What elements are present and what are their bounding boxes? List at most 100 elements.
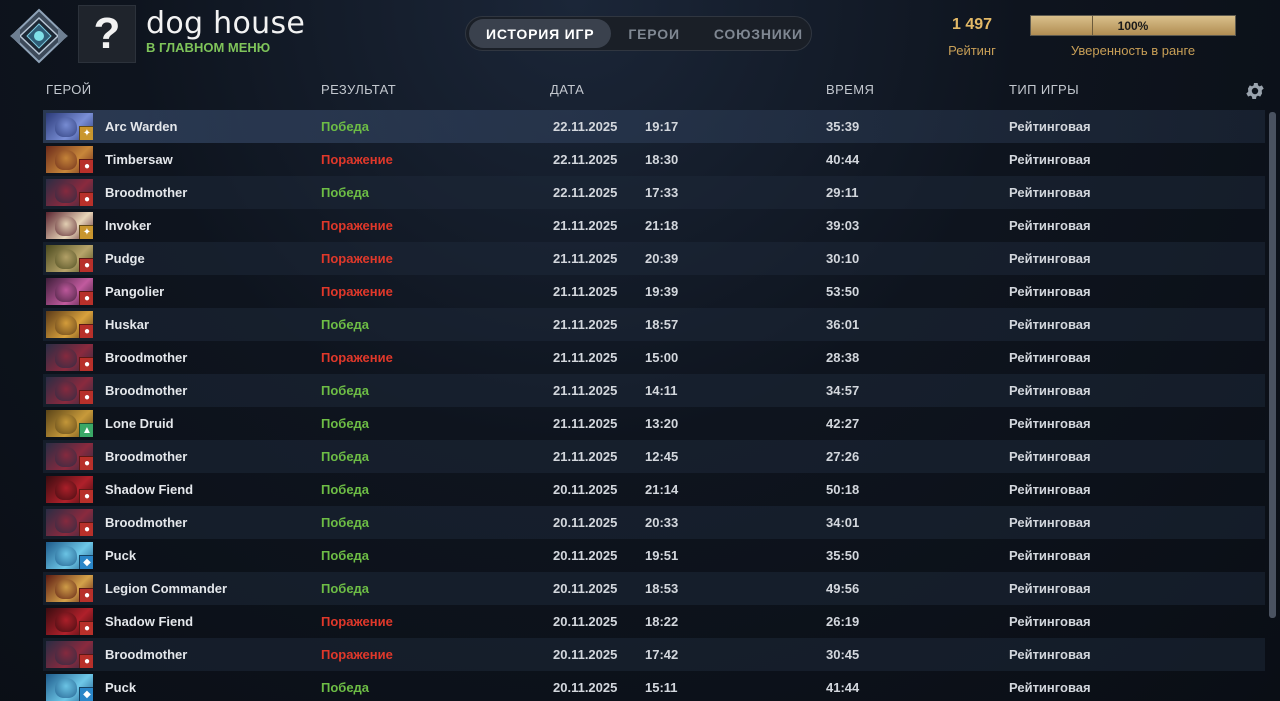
match-time: 18:57 (645, 317, 679, 332)
hero-name: Legion Commander (105, 581, 228, 596)
match-duration: 35:39 (826, 119, 860, 134)
tab-allies[interactable]: СОЮЗНИКИ (697, 19, 820, 48)
match-duration: 50:18 (826, 482, 860, 497)
match-date: 21.11.2025 (553, 284, 618, 299)
table-row[interactable]: ● Legion Commander Победа 20.11.2025 18:… (43, 572, 1265, 605)
match-result: Поражение (321, 284, 393, 299)
match-result: Поражение (321, 614, 393, 629)
table-row[interactable]: ● Pudge Поражение 21.11.2025 20:39 30:10… (43, 242, 1265, 275)
scrollbar[interactable] (1269, 112, 1276, 618)
hero-portrait: ✦ (46, 212, 93, 239)
match-date: 20.11.2025 (553, 647, 618, 662)
table-row[interactable]: ● Broodmother Поражение 20.11.2025 17:42… (43, 638, 1265, 671)
hero-portrait: ● (46, 443, 93, 470)
match-duration: 39:03 (826, 218, 860, 233)
match-result: Победа (321, 119, 370, 134)
match-game-type: Рейтинговая (1009, 251, 1091, 266)
table-row[interactable]: ● Timbersaw Поражение 22.11.2025 18:30 4… (43, 143, 1265, 176)
match-result: Победа (321, 416, 370, 431)
view-tabs: ИСТОРИЯ ИГР ГЕРОИ СОЮЗНИКИ (465, 16, 812, 51)
hero-face (55, 216, 77, 236)
table-row[interactable]: ◆ Puck Победа 20.11.2025 15:11 41:44 Рей… (43, 671, 1265, 701)
match-duration: 35:50 (826, 548, 860, 563)
match-date: 20.11.2025 (553, 482, 618, 497)
match-time: 20:33 (645, 515, 679, 530)
hero-name: Pudge (105, 251, 145, 266)
avatar[interactable]: ? (78, 5, 136, 63)
hero-name: Broodmother (105, 383, 188, 398)
table-row[interactable]: ● Broodmother Победа 20.11.2025 20:33 34… (43, 506, 1265, 539)
hero-attribute-icon: ● (79, 291, 93, 305)
column-header-result[interactable]: РЕЗУЛЬТАТ (321, 82, 396, 97)
hero-name: Huskar (105, 317, 150, 332)
column-header-hero[interactable]: ГЕРОЙ (46, 82, 92, 97)
column-header-date[interactable]: ДАТА (550, 82, 584, 97)
match-time: 21:14 (645, 482, 679, 497)
hero-face (55, 546, 77, 566)
hero-attribute-icon: ● (79, 258, 93, 272)
hero-portrait: ● (46, 641, 93, 668)
hero-face (55, 348, 77, 368)
hero-portrait: ● (46, 608, 93, 635)
column-header-duration[interactable]: ВРЕМЯ (826, 82, 874, 97)
match-date: 20.11.2025 (553, 680, 618, 695)
hero-attribute-icon: ● (79, 192, 93, 206)
match-date: 20.11.2025 (553, 581, 618, 596)
match-result: Поражение (321, 152, 393, 167)
match-game-type: Рейтинговая (1009, 647, 1091, 662)
hero-attribute-icon: ◆ (79, 687, 93, 701)
match-time: 12:45 (645, 449, 679, 464)
hero-attribute-icon: ● (79, 522, 93, 536)
hero-attribute-icon: ✦ (79, 126, 93, 140)
table-row[interactable]: ● Shadow Fiend Победа 20.11.2025 21:14 5… (43, 473, 1265, 506)
match-game-type: Рейтинговая (1009, 515, 1091, 530)
hero-face (55, 579, 77, 599)
table-row[interactable]: ● Broodmother Победа 22.11.2025 17:33 29… (43, 176, 1265, 209)
match-duration: 27:26 (826, 449, 860, 464)
hero-portrait: ◆ (46, 674, 93, 701)
table-row[interactable]: ● Huskar Победа 21.11.2025 18:57 36:01 Р… (43, 308, 1265, 341)
table-row[interactable]: ◆ Puck Победа 20.11.2025 19:51 35:50 Рей… (43, 539, 1265, 572)
table-row[interactable]: ● Pangolier Поражение 21.11.2025 19:39 5… (43, 275, 1265, 308)
match-game-type: Рейтинговая (1009, 614, 1091, 629)
match-duration: 30:10 (826, 251, 860, 266)
tab-heroes[interactable]: ГЕРОИ (611, 19, 696, 48)
hero-attribute-icon: ● (79, 588, 93, 602)
hero-attribute-icon: ● (79, 159, 93, 173)
hero-face (55, 678, 77, 698)
rank-confidence-value: 100% (1117, 18, 1149, 33)
hero-name: Puck (105, 548, 137, 563)
table-row[interactable]: ✦ Arc Warden Победа 22.11.2025 19:17 35:… (43, 110, 1265, 143)
match-date: 21.11.2025 (553, 218, 618, 233)
table-row[interactable]: ● Broodmother Поражение 21.11.2025 15:00… (43, 341, 1265, 374)
hero-attribute-icon: ● (79, 489, 93, 503)
table-row[interactable]: ✦ Invoker Поражение 21.11.2025 21:18 39:… (43, 209, 1265, 242)
hero-portrait: ● (46, 377, 93, 404)
tab-match-history[interactable]: ИСТОРИЯ ИГР (469, 19, 612, 48)
match-date: 21.11.2025 (553, 251, 618, 266)
table-row[interactable]: ▲ Lone Druid Победа 21.11.2025 13:20 42:… (43, 407, 1265, 440)
match-date: 22.11.2025 (553, 152, 618, 167)
hero-face (55, 612, 77, 632)
profile-header: ? dog house В ГЛАВНОМ МЕНЮ ИСТОРИЯ ИГР Г… (0, 0, 1280, 70)
table-row[interactable]: ● Shadow Fiend Поражение 20.11.2025 18:2… (43, 605, 1265, 638)
hero-portrait: ● (46, 146, 93, 173)
hero-attribute-icon: ● (79, 324, 93, 338)
column-header-game-type[interactable]: ТИП ИГРЫ (1009, 82, 1079, 97)
match-game-type: Рейтинговая (1009, 581, 1091, 596)
hero-face (55, 480, 77, 500)
rank-medal-icon[interactable] (8, 8, 70, 64)
hero-attribute-icon: ● (79, 456, 93, 470)
hero-portrait: ◆ (46, 542, 93, 569)
table-row[interactable]: ● Broodmother Победа 21.11.2025 14:11 34… (43, 374, 1265, 407)
table-row[interactable]: ● Broodmother Победа 21.11.2025 12:45 27… (43, 440, 1265, 473)
hero-name: Timbersaw (105, 152, 173, 167)
match-date: 20.11.2025 (553, 614, 618, 629)
hero-face (55, 315, 77, 335)
match-time: 19:39 (645, 284, 679, 299)
match-result: Победа (321, 548, 370, 563)
match-duration: 34:01 (826, 515, 860, 530)
hero-name: Broodmother (105, 350, 188, 365)
gear-icon[interactable] (1244, 80, 1266, 102)
hero-face (55, 249, 77, 269)
